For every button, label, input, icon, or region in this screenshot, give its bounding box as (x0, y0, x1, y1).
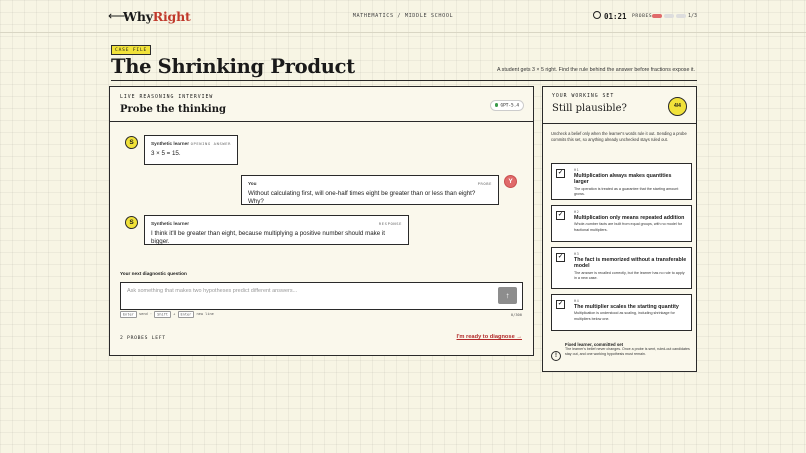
hypothesis-description: The operation is treated as a guarantee … (574, 186, 679, 197)
shift-key: Shift (154, 310, 171, 318)
question-placeholder: Ask something that makes two hypotheses … (127, 288, 298, 294)
timer-value: 01:21 (604, 12, 627, 21)
newline-hint: new line (196, 312, 214, 316)
checkbox-check-icon[interactable]: ✓ (556, 169, 565, 178)
interview-label: LIVE REASONING INTERVIEW (120, 95, 214, 100)
learner-avatar: S (125, 216, 138, 229)
probe-progress-segment (652, 14, 662, 18)
working-set-label: YOUR WORKING SET (552, 94, 615, 99)
case-subtitle: A student gets 3 × 5 right. Find the rul… (496, 67, 695, 73)
ready-to-diagnose-link[interactable]: I'm ready to diagnose → (456, 334, 522, 340)
top-bar: ⟵ WhyRight Mathematics / Middle School 0… (0, 0, 806, 33)
hypothesis-card-h4[interactable]: ✓ H4 The multiplier scales the starting … (551, 294, 692, 331)
message-tag: PROBE (477, 181, 492, 186)
message-text: I think it'll be greater than eight, bec… (151, 230, 386, 245)
case-title: The Shrinking Product (111, 55, 355, 78)
hypothesis-title: Multiplication always makes quantities l… (574, 173, 672, 186)
message-text: 3 × 5 = 15. (151, 150, 181, 157)
probe-progress-segment (664, 14, 674, 18)
hypothesis-description: Multiplication is understood as scaling,… (574, 311, 675, 321)
hypothesis-number: H3 (574, 252, 580, 256)
hypothesis-number: H4 (574, 299, 580, 303)
enter-key: Enter (177, 310, 195, 318)
send-hint: send · (139, 312, 152, 316)
panel-divider (543, 123, 696, 124)
status-dot-icon (494, 103, 499, 107)
learner-avatar: S (125, 136, 138, 149)
interview-panel: LIVE REASONING INTERVIEW Probe the think… (109, 86, 534, 356)
message-text: Without calculating first, will one-half… (248, 190, 476, 205)
next-question-label: Your next diagnostic question (120, 271, 187, 276)
plausible-count-badge: 4/4 (668, 97, 687, 116)
probe-message: You PROBE Without calculating first, wil… (241, 175, 499, 205)
hypothesis-number: H1 (574, 168, 580, 172)
hypothesis-number: H2 (574, 210, 580, 214)
learner-message: Synthetic learner RESPONSE I think it'll… (144, 215, 409, 245)
probes-count: 1/3 (688, 13, 698, 19)
arrow-up-icon: ↑ (505, 291, 510, 300)
hypothesis-card-h1[interactable]: ✓ H1 Multiplication always makes quantit… (551, 163, 692, 200)
question-input[interactable]: Ask something that makes two hypotheses … (120, 282, 523, 310)
plus-sign: + (173, 312, 176, 316)
hypothesis-title: Multiplication only means repeated addit… (574, 215, 685, 221)
fixed-learner-note: ! Fixed learner, committed set The learn… (551, 342, 692, 361)
message-tag: RESPONSE (378, 221, 402, 226)
keyboard-hints: Enter send · Shift + Enter new line (120, 310, 214, 318)
header-divider (111, 80, 697, 81)
probes-left: 2 PROBES LEFT (120, 336, 166, 341)
hypothesis-description: The answer is recalled correctly, but th… (574, 270, 685, 281)
message-tag: OPENING ANSWER (190, 141, 231, 146)
checkbox-check-icon[interactable]: ✓ (556, 253, 565, 262)
hypothesis-card-h3[interactable]: ✓ H3 The fact is memorized without a tra… (551, 247, 692, 289)
model-name: GPT-5.4 (500, 103, 519, 109)
message-author: You (248, 181, 257, 186)
char-count: 0/300 (510, 313, 522, 317)
user-avatar: Y (504, 175, 517, 188)
working-set-instructions: Uncheck a belief only when the learner's… (551, 131, 687, 143)
send-button[interactable]: ↑ (498, 287, 517, 304)
checkbox-check-icon[interactable]: ✓ (556, 300, 565, 309)
hypothesis-description: Whole-number facts are built from equal … (574, 222, 683, 232)
checkbox-check-icon[interactable]: ✓ (556, 211, 565, 220)
hypothesis-title: The multiplier scales the starting quant… (574, 304, 679, 310)
interview-title: Probe the thinking (120, 104, 226, 115)
hypothesis-card-h2[interactable]: ✓ H2 Multiplication only means repeated … (551, 205, 692, 242)
probe-progress-segment (676, 14, 686, 18)
working-set-title: Still plausible? (552, 103, 627, 114)
probes-label: PROBES (632, 13, 653, 19)
case-file-tag: CASE FILE (111, 45, 152, 55)
message-author: Synthetic learner (151, 221, 190, 226)
hypothesis-title: The fact is memorized without a transfer… (574, 257, 687, 270)
panel-divider (110, 121, 533, 122)
enter-key: Enter (120, 310, 137, 318)
info-icon: ! (551, 351, 561, 361)
model-badge: GPT-5.4 (489, 100, 524, 112)
working-set-panel: YOUR WORKING SET Still plausible? 4/4 Un… (542, 86, 697, 372)
timer-icon (593, 11, 601, 19)
learner-message: Synthetic learner OPENING ANSWER 3 × 5 =… (144, 135, 238, 165)
fixed-learner-description: The learner's belief never changes. Once… (565, 347, 690, 357)
